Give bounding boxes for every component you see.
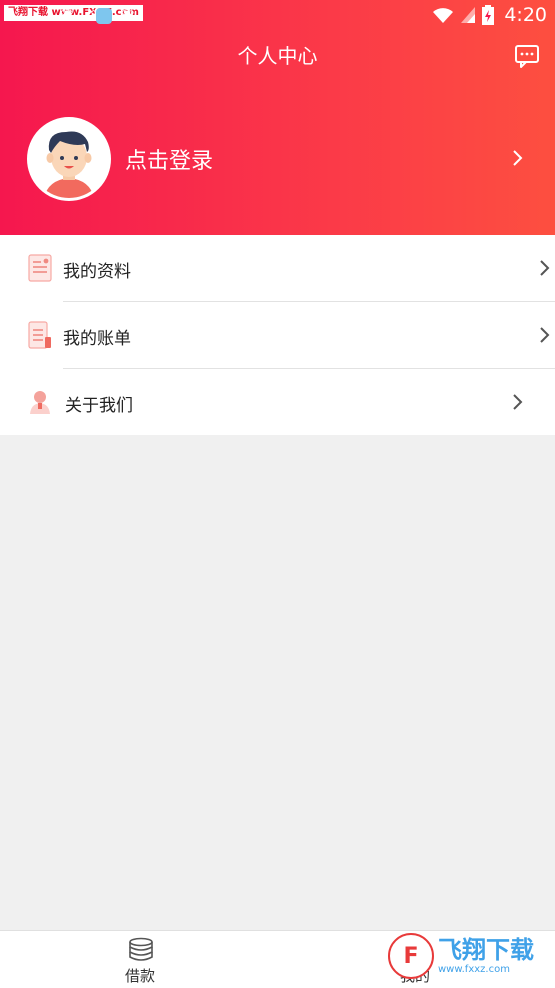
profile-header: 飞翔下载 www.FXXZ.com ❀ ❀ ❀ 4:20 个人中心: [0, 0, 555, 235]
menu-label: 我的资料: [63, 262, 131, 282]
tab-label: 借款: [124, 967, 155, 985]
chevron-right-icon: [540, 327, 550, 343]
login-prompt[interactable]: 点击登录: [125, 143, 213, 175]
profile-document-icon: [28, 254, 52, 282]
chevron-right-icon: [513, 394, 523, 410]
avatar-boy-icon: [30, 120, 108, 198]
menu-item-my-bills[interactable]: 我的账单: [0, 302, 555, 369]
about-person-icon: [30, 391, 50, 414]
avatar[interactable]: [27, 117, 111, 201]
message-icon[interactable]: [514, 43, 540, 69]
page-title: 个人中心: [237, 44, 318, 68]
tab-loan[interactable]: 借款: [80, 931, 200, 988]
clock-time: 4:20: [504, 4, 547, 26]
signal-icon: [461, 7, 476, 23]
app-notification-icon: [96, 8, 112, 24]
chevron-right-icon: [540, 260, 550, 276]
bill-icon: [28, 321, 51, 349]
brand-watermark: F 飞翔下载 www.fxxz.com: [388, 930, 548, 982]
status-bar: 飞翔下载 www.FXXZ.com ❀ ❀ ❀ 4:20: [0, 0, 555, 32]
menu-item-my-profile[interactable]: 我的资料: [0, 235, 555, 302]
menu-label: 我的账单: [63, 329, 131, 349]
menu-list: 我的资料 我的账单 关于我们: [0, 235, 555, 435]
battery-icon: [482, 5, 495, 25]
coins-stack-icon: [129, 937, 153, 961]
brand-logo-icon: F: [388, 933, 434, 979]
menu-label: 关于我们: [65, 396, 133, 416]
wifi-icon: [433, 8, 454, 23]
menu-item-about-us[interactable]: 关于我们: [0, 369, 555, 436]
chevron-right-icon[interactable]: [510, 147, 526, 169]
brand-title: 飞翔下载: [438, 936, 534, 964]
brand-url: www.fxxz.com: [438, 964, 510, 975]
